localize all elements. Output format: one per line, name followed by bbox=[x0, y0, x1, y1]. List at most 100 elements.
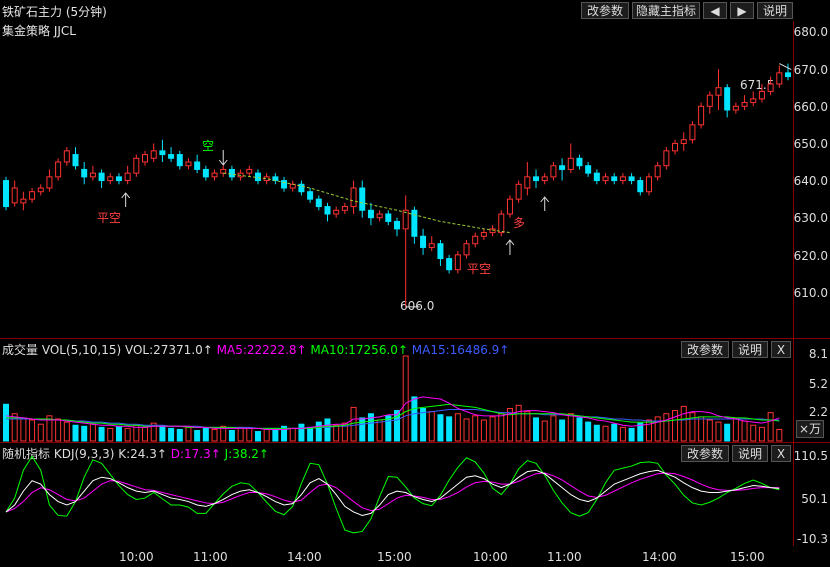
volume-bar bbox=[107, 427, 114, 442]
candle-body bbox=[376, 213, 383, 219]
volume-bar bbox=[489, 416, 496, 442]
volume-bar bbox=[463, 418, 470, 442]
candle-body bbox=[194, 161, 201, 170]
candle-body bbox=[228, 168, 235, 178]
volume-bar bbox=[559, 419, 566, 442]
candle-body bbox=[254, 172, 261, 182]
volume-bar bbox=[680, 405, 687, 442]
candle-body bbox=[367, 209, 374, 219]
candle-body bbox=[46, 176, 53, 189]
candle-body bbox=[159, 150, 166, 156]
volume-bar bbox=[741, 420, 748, 442]
candle-body bbox=[472, 235, 479, 245]
candle-body bbox=[150, 150, 157, 159]
volume-bar bbox=[246, 427, 253, 442]
candle-body bbox=[689, 124, 696, 141]
candle-body bbox=[524, 176, 531, 189]
volume-bar bbox=[619, 426, 626, 442]
candle-body bbox=[750, 98, 757, 104]
volume-bar bbox=[350, 406, 357, 442]
volume-bar bbox=[237, 426, 244, 442]
candle-body bbox=[11, 187, 18, 204]
volume-bar bbox=[402, 355, 409, 442]
high-marker-line bbox=[779, 63, 792, 71]
volume-bar bbox=[202, 427, 209, 442]
candle-body bbox=[680, 139, 687, 144]
candle-body bbox=[394, 220, 400, 230]
volume-bar bbox=[185, 426, 192, 442]
kdj-j-line bbox=[5, 455, 780, 534]
volume-bar bbox=[541, 420, 548, 442]
volume-bar bbox=[454, 413, 461, 442]
candle-body bbox=[98, 172, 105, 182]
candle-body bbox=[446, 258, 453, 271]
candle-body bbox=[281, 180, 288, 189]
volume-bar bbox=[602, 425, 609, 442]
vol-ma10-line bbox=[6, 403, 780, 429]
volume-bar bbox=[228, 430, 235, 442]
volume-bar bbox=[750, 424, 757, 442]
volume-bar bbox=[437, 414, 444, 442]
candle-body bbox=[350, 187, 357, 208]
candle-body bbox=[202, 168, 209, 178]
candle-body bbox=[168, 154, 175, 159]
volume-bar bbox=[63, 421, 70, 442]
volume-bar bbox=[168, 427, 175, 442]
candle-body bbox=[315, 198, 322, 208]
volume-bar bbox=[37, 423, 44, 442]
candle-body bbox=[115, 176, 122, 182]
volume-bar bbox=[333, 424, 340, 442]
candle-body bbox=[411, 209, 418, 237]
volume-bar bbox=[359, 417, 366, 442]
volume-bar bbox=[124, 427, 131, 442]
volume-bar bbox=[194, 430, 201, 442]
candle-body bbox=[611, 176, 618, 182]
candle-body bbox=[480, 232, 487, 237]
candle-body bbox=[767, 83, 774, 92]
volume-bar bbox=[472, 415, 479, 442]
candle-body bbox=[20, 198, 27, 204]
candle-body bbox=[133, 157, 140, 174]
candle-body bbox=[341, 206, 348, 211]
volume-bar bbox=[289, 427, 296, 442]
volume-bar bbox=[428, 411, 435, 442]
volume-bar bbox=[498, 413, 505, 442]
volume-bar bbox=[758, 426, 765, 442]
candle-body bbox=[402, 209, 409, 230]
candle-body bbox=[63, 150, 70, 163]
candle-body bbox=[533, 176, 540, 182]
candle-body bbox=[758, 90, 765, 100]
vol-ma15-line bbox=[6, 409, 780, 429]
candle-body bbox=[124, 172, 131, 182]
volume-bar bbox=[20, 417, 27, 442]
candle-body bbox=[176, 154, 183, 167]
volume-bar bbox=[89, 423, 96, 442]
volume-bar bbox=[698, 416, 705, 442]
candle-body bbox=[576, 157, 583, 167]
volume-bar bbox=[776, 428, 783, 442]
volume-bar bbox=[72, 424, 79, 442]
candle-body bbox=[776, 72, 783, 85]
volume-bar bbox=[480, 419, 487, 442]
candle-body bbox=[663, 150, 670, 167]
candle-body bbox=[185, 161, 192, 167]
candle-body bbox=[89, 172, 96, 178]
candle-body bbox=[706, 94, 713, 107]
volume-bar bbox=[376, 419, 383, 442]
volume-bar bbox=[515, 404, 522, 442]
volume-bar bbox=[654, 416, 661, 442]
volume-bar bbox=[159, 425, 166, 442]
volume-bar bbox=[567, 413, 574, 442]
volume-bar bbox=[533, 417, 540, 442]
candle-body bbox=[55, 161, 62, 178]
candle-body bbox=[307, 191, 314, 200]
candle-body bbox=[567, 157, 574, 170]
candle-body bbox=[672, 142, 679, 152]
candle-body bbox=[72, 154, 79, 167]
candle-body bbox=[654, 165, 661, 178]
volume-bar bbox=[576, 417, 583, 442]
candle-body bbox=[385, 213, 392, 222]
candle-body bbox=[724, 87, 731, 111]
candle-body bbox=[29, 191, 36, 200]
candle-body bbox=[498, 213, 505, 234]
